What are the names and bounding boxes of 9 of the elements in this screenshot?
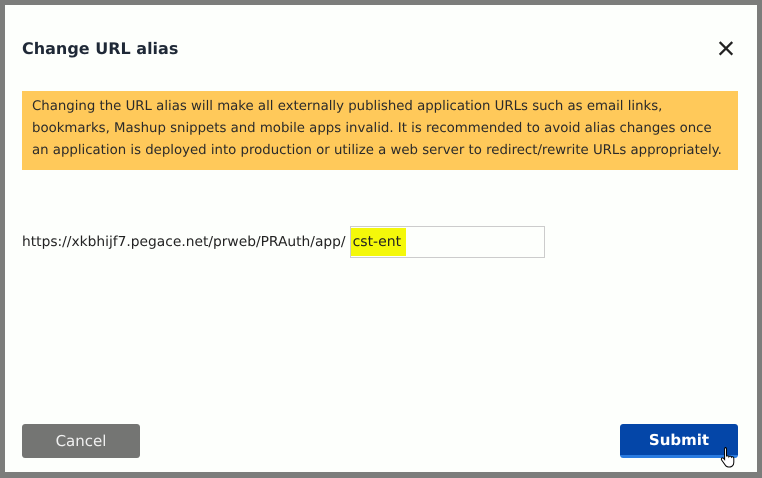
dialog-title: Change URL alias <box>22 38 178 58</box>
submit-button[interactable]: Submit <box>620 424 738 458</box>
alias-value: cst-ent <box>350 228 406 256</box>
warning-message: Changing the URL alias will make all externally published application URLs such as email links, bookmarks, Mashup snippets and mobile apps invalid. It is recommended to avoid alias changes once an application is deployed into production or utilize a web server to redirect/rewrite URLs appropriately. <box>22 91 738 170</box>
cancel-button[interactable]: Cancel <box>22 424 140 458</box>
close-button[interactable]: × <box>714 32 738 64</box>
hand-cursor-icon <box>720 446 736 468</box>
url-prefix: https://xkbhijf7.pegace.net/prweb/PRAuth/app/ <box>22 234 346 250</box>
alias-input-field[interactable]: cst-ent <box>350 226 545 258</box>
